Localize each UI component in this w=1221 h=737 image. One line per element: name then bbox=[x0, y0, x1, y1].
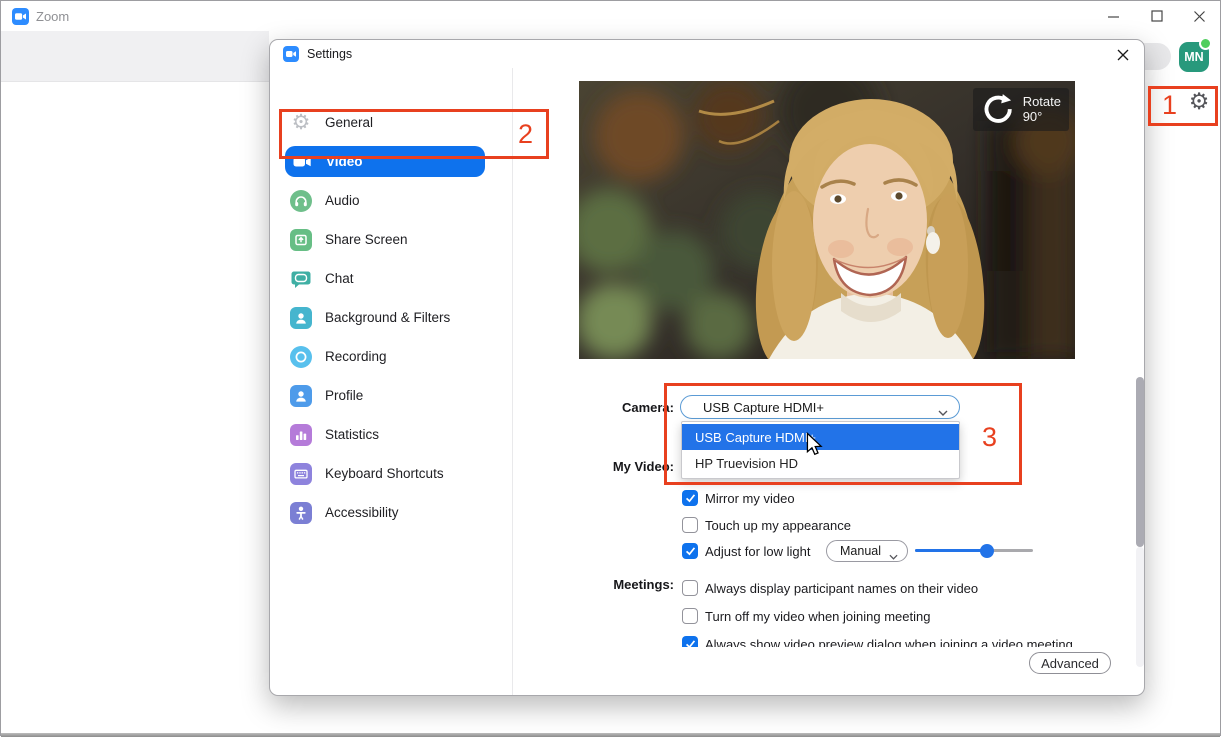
sidebar-item-statistics[interactable]: Statistics bbox=[270, 415, 512, 454]
accessibility-icon bbox=[290, 502, 312, 524]
settings-close-icon[interactable] bbox=[1111, 44, 1135, 66]
settings-dialog-icon bbox=[283, 46, 299, 62]
sidebar-item-recording[interactable]: Recording bbox=[270, 337, 512, 376]
annotation-number-3: 3 bbox=[982, 424, 997, 451]
settings-sidebar: ⚙ General Video Audio Share Screen bbox=[270, 68, 513, 696]
minimize-button[interactable] bbox=[1094, 1, 1132, 31]
turn-off-video-row: Turn off my video when joining meeting bbox=[682, 608, 930, 624]
sidebar-item-general[interactable]: ⚙ General bbox=[270, 103, 512, 142]
camera-select[interactable]: USB Capture HDMI+ bbox=[680, 395, 960, 419]
sidebar-item-audio[interactable]: Audio bbox=[270, 181, 512, 220]
meetings-label: Meetings: bbox=[502, 575, 674, 595]
window-title: Zoom bbox=[36, 9, 69, 24]
record-ring-icon bbox=[290, 346, 312, 368]
gear-icon: ⚙ bbox=[290, 112, 312, 134]
person-background-icon bbox=[290, 307, 312, 329]
video-preview-dialog-checkbox[interactable] bbox=[682, 636, 698, 647]
display-participant-names-checkbox[interactable] bbox=[682, 580, 698, 596]
rotate-90-button[interactable]: Rotate 90° bbox=[973, 88, 1069, 131]
settings-dialog-title: Settings bbox=[307, 47, 352, 61]
sidebar-item-accessibility[interactable]: Accessibility bbox=[270, 493, 512, 532]
sidebar-item-background-filters[interactable]: Background & Filters bbox=[270, 298, 512, 337]
adjust-low-light-row: Adjust for low light bbox=[682, 543, 811, 559]
scrollbar-thumb[interactable] bbox=[1136, 377, 1144, 547]
main-titlebar: Zoom bbox=[1, 1, 1220, 31]
slider-handle[interactable] bbox=[980, 544, 994, 558]
scrollbar-track[interactable] bbox=[1136, 547, 1144, 667]
mouse-cursor bbox=[806, 432, 823, 461]
mirror-my-video-checkbox[interactable] bbox=[682, 490, 698, 506]
advanced-button[interactable]: Advanced bbox=[1029, 652, 1111, 674]
main-toolbar-strip bbox=[1, 31, 269, 82]
sidebar-item-video[interactable]: Video bbox=[285, 146, 485, 177]
video-preview-dialog-row-clipped: Always show video preview dialog when jo… bbox=[674, 630, 1144, 647]
adjust-low-light-checkbox[interactable] bbox=[682, 543, 698, 559]
touch-up-appearance-row: Touch up my appearance bbox=[682, 517, 851, 533]
zoom-main-window: Zoom MN ⚙ 1 Settings ⚙ bbox=[0, 0, 1221, 736]
headset-icon bbox=[290, 190, 312, 212]
mirror-my-video-row: Mirror my video bbox=[682, 490, 795, 506]
low-light-mode-select[interactable]: Manual bbox=[826, 540, 908, 562]
bar-chart-icon bbox=[290, 424, 312, 446]
zoom-app-icon bbox=[12, 8, 29, 25]
sidebar-item-chat[interactable]: Chat bbox=[270, 259, 512, 298]
chevron-down-icon bbox=[938, 404, 948, 419]
chat-bubble-icon bbox=[290, 268, 312, 290]
display-participant-names-row: Always display participant names on thei… bbox=[682, 580, 978, 596]
settings-titlebar: Settings bbox=[270, 40, 1144, 68]
sidebar-item-profile[interactable]: Profile bbox=[270, 376, 512, 415]
sidebar-item-keyboard-shortcuts[interactable]: Keyboard Shortcuts bbox=[270, 454, 512, 493]
settings-dialog: Settings ⚙ General Video Audio bbox=[269, 39, 1145, 696]
window-bottom-edge bbox=[1, 733, 1220, 737]
camera-preview-image: Rotate 90° bbox=[579, 81, 1075, 359]
low-light-slider[interactable] bbox=[915, 549, 1033, 552]
sidebar-item-share-screen[interactable]: Share Screen bbox=[270, 220, 512, 259]
my-video-label: My Video: bbox=[502, 457, 674, 477]
keyboard-icon bbox=[290, 463, 312, 485]
chevron-down-icon bbox=[889, 549, 898, 563]
slider-fill bbox=[915, 549, 987, 552]
person-icon bbox=[290, 385, 312, 407]
annotation-number-2: 2 bbox=[518, 121, 533, 148]
video-camera-icon bbox=[291, 151, 313, 173]
touch-up-appearance-checkbox[interactable] bbox=[682, 517, 698, 533]
maximize-button[interactable] bbox=[1138, 1, 1176, 31]
video-preview-dialog-row: Always show video preview dialog when jo… bbox=[682, 636, 1073, 647]
annotation-number-1: 1 bbox=[1162, 92, 1177, 119]
rotate-ccw-icon bbox=[980, 91, 1016, 127]
turn-off-video-checkbox[interactable] bbox=[682, 608, 698, 624]
camera-label: Camera: bbox=[502, 398, 674, 418]
presence-dot bbox=[1199, 37, 1212, 50]
settings-gear-button[interactable]: ⚙ bbox=[1185, 88, 1213, 116]
close-window-button[interactable] bbox=[1180, 1, 1218, 31]
share-screen-icon bbox=[290, 229, 312, 251]
